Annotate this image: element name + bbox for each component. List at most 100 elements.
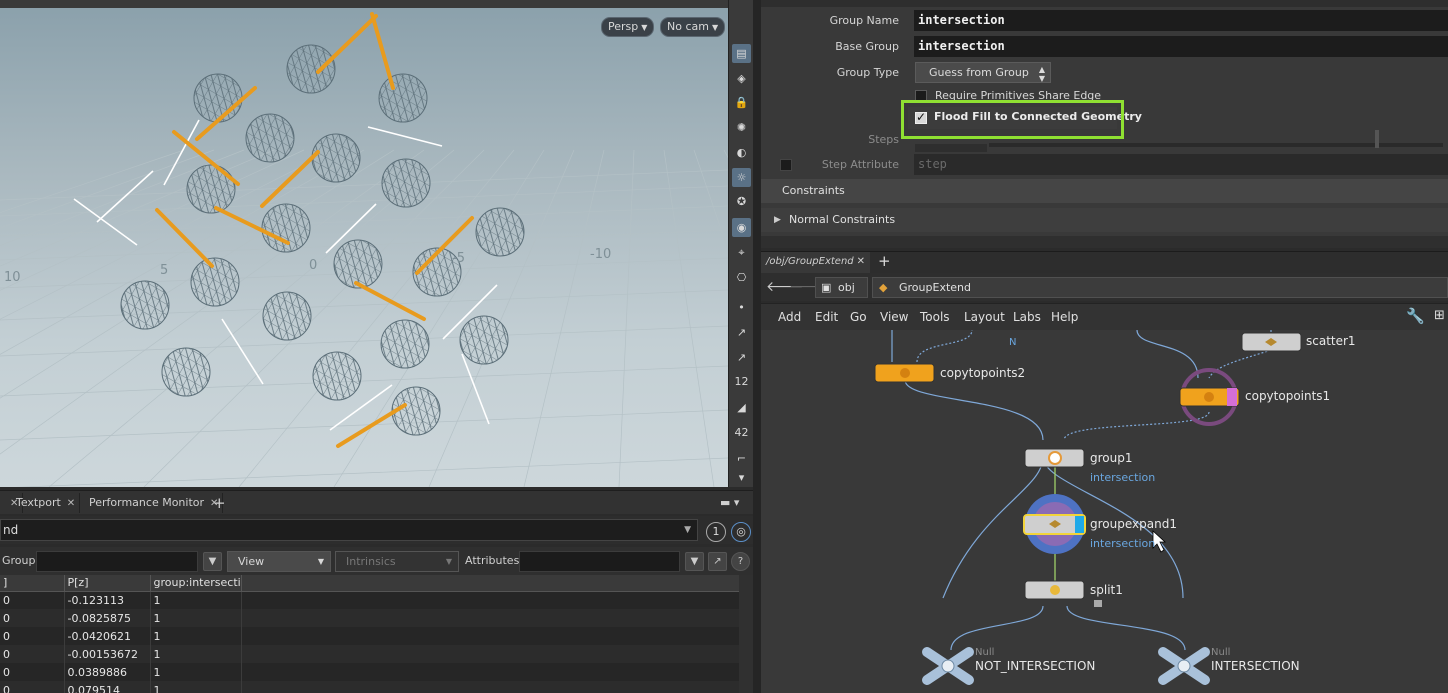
tab-performance-monitor[interactable]: Performance Monitor ✕ (85, 493, 224, 513)
vector-display-icon[interactable]: ↗ (732, 348, 751, 367)
column-header[interactable]: group:intersecti (150, 575, 242, 592)
wire (950, 605, 1044, 651)
camera-menu-button[interactable]: No cam ▼ (660, 17, 726, 37)
pane-menu-icon[interactable]: ▬ ▾ (716, 493, 743, 513)
attributes-filter-input[interactable] (519, 551, 680, 572)
wire (1136, 330, 1199, 379)
group-type-label: Group Type (836, 66, 899, 79)
camera-label: No cam (667, 20, 709, 33)
white-segment (461, 353, 490, 425)
view-dropdown[interactable]: View ▼ (227, 551, 331, 572)
column-header[interactable]: ] (0, 575, 65, 592)
point-display-icon[interactable]: • (732, 298, 751, 317)
menu-add[interactable]: Add (778, 310, 801, 324)
tab-textport[interactable]: Textport ✕ (12, 493, 81, 513)
tab-label: Textport (16, 496, 61, 509)
network-editor[interactable]: N copytopoints2 scatter1 copytopoints1 g… (761, 330, 1448, 693)
menu-view[interactable]: View (880, 310, 908, 324)
add-tab-button[interactable]: + (209, 493, 230, 513)
path-node-button[interactable]: ◆ GroupExtend (872, 277, 1448, 298)
render-icon[interactable]: ⎔ (732, 268, 751, 287)
add-tab-button[interactable]: + (878, 252, 891, 270)
prim-normal-icon[interactable]: ◢ (732, 398, 751, 417)
table-cell-empty (241, 663, 747, 681)
path-obj-button[interactable]: ▣ obj (815, 277, 868, 298)
tree-icon[interactable]: ⊞ (1434, 308, 1445, 323)
wire-sphere (193, 73, 243, 123)
menu-go[interactable]: Go (850, 310, 867, 324)
prim-number-icon[interactable]: 42 (732, 423, 751, 442)
filter-icon[interactable]: ▼ (685, 552, 704, 571)
scene-viewport[interactable]: 10 5 0 -5 -10 Persp ▼ No cam ▼ (0, 0, 728, 487)
intersection-node[interactable] (1158, 647, 1210, 685)
tab-network-path[interactable]: /obj/GroupExtend ✕ (761, 252, 870, 274)
wrench-icon[interactable]: 🔧 (1406, 307, 1425, 325)
menu-edit[interactable]: Edit (815, 310, 838, 324)
table-row: 0 -0.00153672 1 (0, 645, 747, 663)
camera-icon[interactable]: ✪ (732, 192, 751, 211)
menu-help[interactable]: Help (1051, 310, 1078, 324)
display-flag[interactable] (1075, 516, 1084, 533)
normal-constraints-label: Normal Constraints (789, 213, 896, 226)
not-intersection-node[interactable] (922, 647, 974, 685)
wire-sphere (311, 133, 361, 183)
chevron-down-icon[interactable]: ▾ (732, 468, 751, 487)
network-path-bar: 🡐 🡒 ▣ obj ◆ GroupExtend (761, 273, 1448, 301)
steps-slider-handle[interactable] (1375, 130, 1379, 148)
wire-sphere (475, 207, 525, 257)
close-icon[interactable]: ✕ (67, 498, 75, 509)
intrinsics-dropdown[interactable]: Intrinsics ▼ (335, 551, 459, 572)
export-icon[interactable]: ↗ (708, 552, 727, 571)
persp-menu-button[interactable]: Persp ▼ (601, 17, 655, 37)
shading-icon[interactable]: ◐ (732, 143, 751, 162)
menu-layout[interactable]: Layout (964, 310, 1005, 324)
pane-divider[interactable] (753, 0, 761, 693)
normal-display-icon[interactable]: ↗ (732, 323, 751, 342)
copytopoints2-label: copytopoints2 (940, 366, 1026, 380)
persp-label: Persp (608, 20, 639, 33)
display-options-icon[interactable]: ▤ (732, 44, 751, 63)
help-icon[interactable]: ? (731, 552, 750, 571)
constraints-section[interactable]: Constraints (761, 179, 1448, 203)
group-type-dropdown[interactable]: Guess from Group ▲ ▼ (915, 62, 1051, 83)
view-icon[interactable]: ⌖ (732, 243, 751, 262)
display-flag[interactable] (1227, 388, 1237, 406)
point-number-icon[interactable]: 12 (732, 372, 751, 391)
table-cell: 0 (0, 627, 65, 645)
table-cell-empty (241, 645, 747, 663)
group-name-field[interactable]: intersection (914, 10, 1448, 31)
node-path-field[interactable]: nd ▼ (0, 519, 698, 541)
group-filter-input[interactable] (36, 551, 198, 572)
tab-label: Performance Monitor (89, 496, 205, 509)
group-icon (1048, 451, 1062, 465)
table-cell: -0.0420621 (64, 627, 151, 645)
base-group-field[interactable]: intersection (914, 36, 1448, 57)
table-cell-empty (241, 627, 747, 645)
menu-tools[interactable]: Tools (920, 310, 950, 324)
chevron-down-icon[interactable]: ▼ (684, 520, 691, 540)
step-attribute-field[interactable]: step (914, 154, 1448, 175)
steps-field[interactable] (915, 144, 987, 152)
light-icon[interactable]: ☼ (732, 168, 751, 187)
spreadsheet-scrollbar[interactable] (739, 575, 753, 693)
intersection-label: INTERSECTION (1211, 659, 1300, 673)
visualize-icon[interactable]: ◉ (732, 218, 751, 237)
node-path-text: nd (3, 523, 19, 537)
filter-icon[interactable]: ▼ (203, 552, 222, 571)
snap-icon[interactable]: ◈ (732, 69, 751, 88)
pin-icon[interactable]: ◎ (731, 522, 751, 542)
geo-icon: ◆ (879, 281, 888, 294)
group-type-value: Guess from Group (929, 66, 1029, 79)
table-cell-empty (241, 681, 747, 693)
expand-triangle-icon[interactable]: ▶ (774, 208, 781, 232)
attributes-filter-label: Attributes: (465, 554, 524, 567)
normal-constraints-section[interactable]: ▶ Normal Constraints (761, 208, 1448, 232)
count-badge[interactable]: 1 (706, 522, 726, 542)
menu-labs[interactable]: Labs (1013, 310, 1041, 324)
ghost-icon[interactable]: ✺ (732, 118, 751, 137)
lock-icon[interactable]: 🔒 (732, 93, 751, 112)
column-header[interactable]: P[z] (64, 575, 151, 592)
close-icon[interactable]: ✕ (857, 252, 865, 272)
uv-icon[interactable]: ⌐ (732, 449, 751, 468)
path-node-label: GroupExtend (899, 281, 971, 294)
